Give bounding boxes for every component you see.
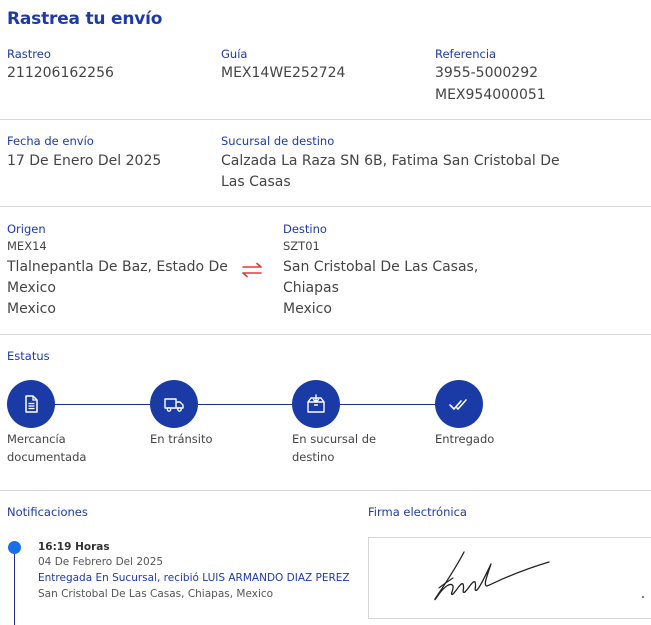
divider: [0, 490, 651, 491]
package-icon: [307, 394, 325, 413]
document-icon: [25, 395, 38, 413]
truck-icon: [164, 398, 184, 412]
referencia-value-2: MEX954000051: [435, 87, 546, 103]
referencia-label: Referencia: [435, 47, 497, 61]
destination-line3: Mexico: [283, 301, 332, 317]
status-step-branch: [292, 380, 340, 428]
guia-value: MEX14WE252724: [221, 65, 346, 81]
divider: [0, 119, 651, 120]
swap-arrows-icon: [242, 262, 262, 278]
status-progress-line: [31, 404, 461, 405]
sucursal-value-2: Las Casas: [221, 174, 291, 190]
status-step-label: En tránsito: [150, 432, 213, 446]
status-step-label: Mercancía documentada: [7, 432, 87, 464]
notification-message: Entregada En Sucursal, recibió LUIS ARMA…: [38, 572, 350, 584]
divider: [0, 206, 651, 207]
origin-label: Origen: [7, 222, 46, 236]
destination-code: SZT01: [283, 239, 320, 253]
timeline-line: [14, 554, 15, 625]
status-step-label: En sucursal de destino: [292, 432, 377, 464]
sucursal-label: Sucursal de destino: [221, 134, 335, 148]
notifications-label: Notificaciones: [7, 505, 88, 519]
signature-box: [368, 537, 651, 619]
page-title: Rastrea tu envío: [7, 9, 163, 29]
origin-line2: Mexico: [7, 280, 56, 296]
status-step-label: Entregado: [435, 432, 495, 446]
divider: [0, 334, 651, 335]
origin-code: MEX14: [7, 239, 47, 253]
double-check-icon: [449, 399, 467, 410]
status-step-documented: [7, 380, 55, 428]
fecha-label: Fecha de envío: [7, 134, 94, 148]
status-step-transit: [150, 380, 198, 428]
notification-time: 16:19 Horas: [38, 541, 110, 553]
signature-image: [434, 551, 644, 601]
rastreo-value: 211206162256: [7, 65, 114, 81]
sucursal-value-1: Calzada La Raza SN 6B, Fatima San Cristo…: [221, 153, 560, 169]
referencia-value-1: 3955-5000292: [435, 65, 539, 81]
signature-label: Firma electrónica: [368, 505, 467, 519]
notification-date: 04 De Febrero Del 2025: [38, 556, 164, 568]
origin-line3: Mexico: [7, 301, 56, 317]
notification-location: San Cristobal De Las Casas, Chiapas, Mex…: [38, 588, 274, 600]
status-step-delivered: [435, 380, 483, 428]
rastreo-label: Rastreo: [7, 47, 51, 61]
destination-line1: San Cristobal De Las Casas,: [283, 259, 479, 275]
fecha-value: 17 De Enero Del 2025: [7, 153, 162, 169]
timeline-dot: [8, 541, 21, 554]
destination-line2: Chiapas: [283, 280, 339, 296]
origin-line1: Tlalnepantla De Baz, Estado De: [7, 259, 228, 275]
status-label: Estatus: [7, 349, 50, 363]
destination-label: Destino: [283, 222, 327, 236]
guia-label: Guía: [221, 47, 248, 61]
